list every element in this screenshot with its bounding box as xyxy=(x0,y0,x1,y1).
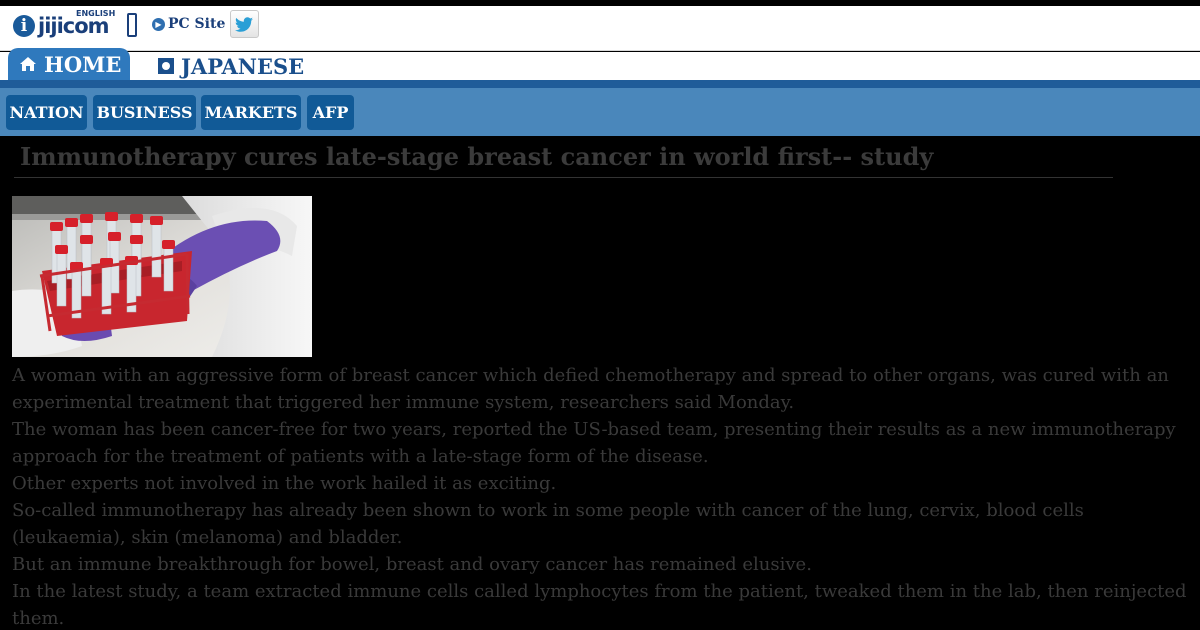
nav-nation-button[interactable]: NATION xyxy=(6,95,87,130)
section-tabs: HOME JAPANESE xyxy=(0,48,1200,81)
tab-japanese-label: JAPANESE xyxy=(181,53,305,79)
square-icon xyxy=(158,58,174,74)
article-paragraph: A woman with an aggressive form of breas… xyxy=(12,365,1169,413)
twitter-button[interactable] xyxy=(230,10,259,38)
tab-home-label: HOME xyxy=(44,52,122,77)
category-nav: NATION BUSINESS MARKETS AFP xyxy=(0,88,1200,136)
nav-markets-button[interactable]: MARKETS xyxy=(201,95,301,130)
tab-home[interactable]: HOME xyxy=(8,48,130,81)
pc-site-label: PC Site xyxy=(168,16,226,32)
article-title: Immunotherapy cures late-stage breast ca… xyxy=(14,137,1113,178)
site-header: i jijicom ENGLISH ▶ PC Site xyxy=(0,6,1200,51)
pc-site-link[interactable]: ▶ PC Site xyxy=(152,16,225,32)
logo-english-label: ENGLISH xyxy=(76,9,116,18)
article-paragraph: So-called immunotherapy has already been… xyxy=(12,500,1084,548)
tab-underline xyxy=(0,80,1200,88)
article-photo[interactable] xyxy=(12,196,312,357)
jiji-logo[interactable]: i jijicom ENGLISH xyxy=(13,9,139,41)
article-body: A woman with an aggressive form of breas… xyxy=(12,362,1192,630)
arrow-circle-icon: ▶ xyxy=(152,17,165,31)
article-paragraph: Other experts not involved in the work h… xyxy=(12,473,557,494)
article-paragraph: The woman has been cancer-free for two y… xyxy=(12,419,1176,467)
logo-info-icon: i xyxy=(13,15,35,37)
twitter-bird-icon xyxy=(235,17,253,32)
nav-business-button[interactable]: BUSINESS xyxy=(93,95,196,130)
home-icon xyxy=(20,56,36,71)
article-paragraph: But an immune breakthrough for bowel, br… xyxy=(12,554,812,575)
lab-test-tubes-image xyxy=(12,196,312,357)
tab-japanese[interactable]: JAPANESE xyxy=(158,52,304,80)
phone-icon xyxy=(127,13,137,37)
article-paragraph: In the latest study, a team extracted im… xyxy=(12,581,1187,629)
nav-afp-button[interactable]: AFP xyxy=(307,95,354,130)
